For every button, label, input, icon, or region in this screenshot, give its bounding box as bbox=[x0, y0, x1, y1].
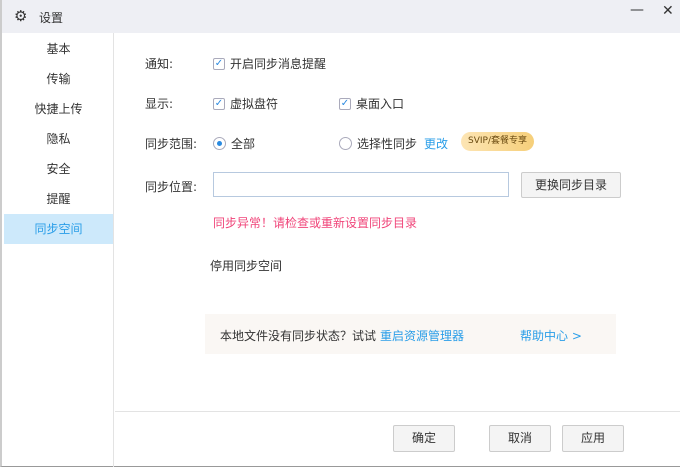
main-panel: 通知: ✓ 开启同步消息提醒 显示: ✓ 虚拟盘符 ✓ 桌面入口 同步范围: 全部 选… bbox=[115, 33, 680, 467]
minimize-button[interactable]: — bbox=[630, 2, 644, 18]
radio-selected-icon bbox=[213, 137, 226, 150]
sidebar-item-sync-space[interactable]: 同步空间 bbox=[4, 214, 113, 244]
apply-button[interactable]: 应用 bbox=[562, 425, 624, 452]
sync-location-input[interactable] bbox=[213, 172, 509, 197]
sidebar-item-reminder[interactable]: 提醒 bbox=[4, 184, 113, 214]
checkbox-label: 开启同步消息提醒 bbox=[230, 57, 327, 71]
location-label: 同步位置: bbox=[145, 180, 198, 194]
tip-text: 本地文件没有同步状态？试试 bbox=[220, 329, 377, 343]
change-sync-dir-button[interactable]: 更换同步目录 bbox=[521, 172, 621, 198]
change-scope-link[interactable]: 更改 bbox=[424, 135, 448, 152]
scope-label: 同步范围: bbox=[145, 137, 198, 151]
sidebar-item-security[interactable]: 安全 bbox=[4, 154, 113, 184]
sync-notify-checkbox[interactable]: ✓ 开启同步消息提醒 bbox=[213, 55, 326, 72]
radio-label: 全部 bbox=[231, 137, 256, 151]
virtual-drive-checkbox[interactable]: ✓ 虚拟盘符 bbox=[213, 95, 278, 112]
checkmark-icon: ✓ bbox=[213, 57, 225, 70]
radio-icon bbox=[339, 137, 352, 150]
ok-button[interactable]: 确定 bbox=[393, 425, 455, 452]
checkmark-icon: ✓ bbox=[213, 97, 225, 110]
cancel-button[interactable]: 取消 bbox=[489, 425, 551, 452]
sync-error-message: 同步异常！请检查或重新设置同步目录 bbox=[213, 216, 418, 230]
svip-badge: SVIP/套餐专享 bbox=[461, 132, 534, 151]
help-center-link[interactable]: 帮助中心 > bbox=[520, 327, 582, 344]
desktop-entry-checkbox[interactable]: ✓ 桌面入口 bbox=[339, 95, 404, 112]
gear-icon: ⚙ bbox=[14, 7, 28, 25]
settings-window: ⚙ 设置 — ✕ 基本 传输 快捷上传 隐私 安全 提醒 同步空间 通知: ✓ 开… bbox=[0, 0, 680, 467]
sidebar: 基本 传输 快捷上传 隐私 安全 提醒 同步空间 bbox=[4, 33, 114, 467]
display-label: 显示: bbox=[145, 97, 174, 111]
scope-all-radio[interactable]: 全部 bbox=[213, 135, 255, 152]
scope-selective-radio[interactable]: 选择性同步 bbox=[339, 135, 417, 152]
radio-label: 选择性同步 bbox=[357, 137, 418, 151]
sidebar-item-privacy[interactable]: 隐私 bbox=[4, 124, 113, 154]
window-title: 设置 bbox=[39, 11, 64, 25]
sync-tip-box: 本地文件没有同步状态？试试 重启资源管理器 帮助中心 > bbox=[205, 314, 616, 354]
sidebar-item-quick-upload[interactable]: 快捷上传 bbox=[4, 94, 113, 124]
footer-divider bbox=[115, 411, 680, 412]
sidebar-item-basic[interactable]: 基本 bbox=[4, 34, 113, 64]
notify-label: 通知: bbox=[145, 57, 174, 71]
sidebar-item-transfer[interactable]: 传输 bbox=[4, 64, 113, 94]
close-button[interactable]: ✕ bbox=[662, 3, 674, 19]
checkmark-icon: ✓ bbox=[339, 97, 351, 110]
checkbox-label: 虚拟盘符 bbox=[230, 97, 279, 111]
title-bar: ⚙ 设置 — ✕ bbox=[2, 0, 680, 33]
checkbox-label: 桌面入口 bbox=[356, 97, 405, 111]
disable-sync-space-link[interactable]: 停用同步空间 bbox=[210, 257, 282, 274]
restart-explorer-link[interactable]: 重启资源管理器 bbox=[380, 327, 464, 344]
